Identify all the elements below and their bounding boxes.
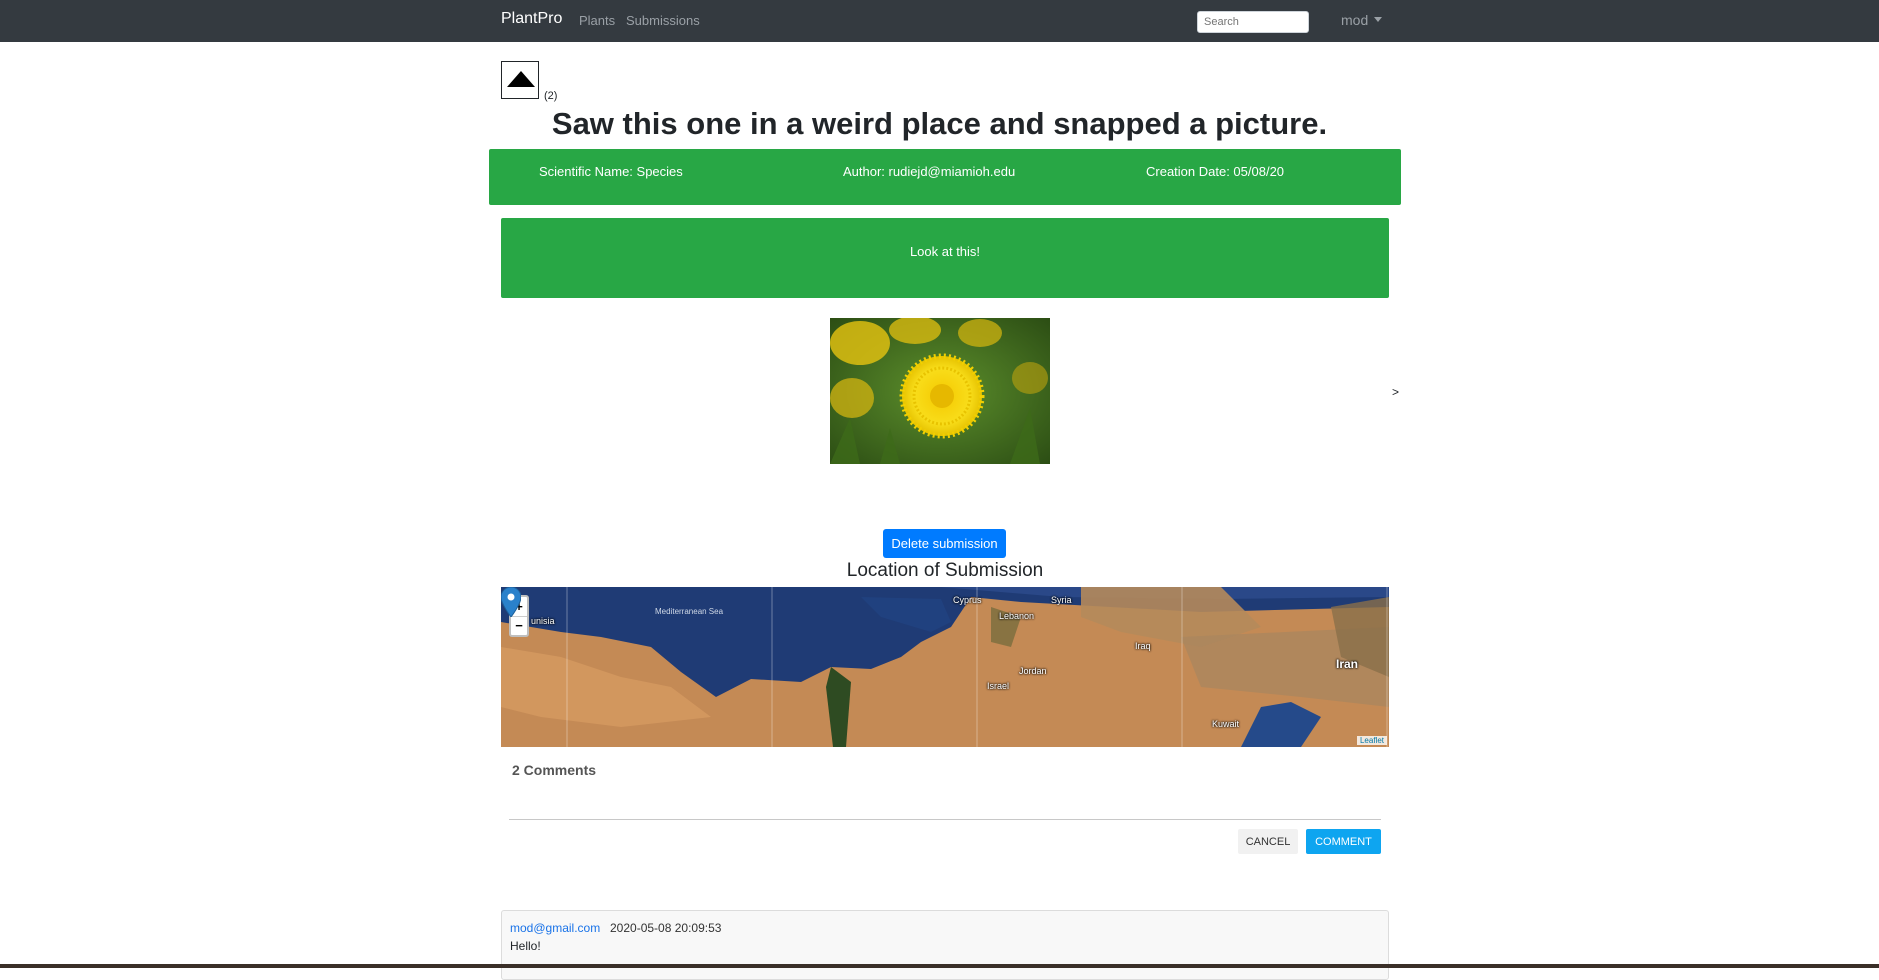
map-attribution-link[interactable]: Leaflet xyxy=(1356,736,1387,745)
user-name: mod xyxy=(1341,12,1369,28)
submission-photo xyxy=(830,318,1050,464)
dandelion-flower-photo xyxy=(830,318,1050,464)
carousel-next-button[interactable]: > xyxy=(1392,385,1399,399)
description-text: Look at this! xyxy=(909,244,981,259)
page-bottom-strip xyxy=(0,964,1879,968)
brand-logo[interactable]: PlantPro xyxy=(501,10,562,28)
comment-body: Hello! xyxy=(510,939,541,953)
map-label-israel: Israel xyxy=(987,681,1010,691)
map-label-tunisia: unisia xyxy=(531,616,555,626)
creation-date: Creation Date: 05/08/20 xyxy=(1146,164,1285,179)
satellite-map-tiles xyxy=(501,587,1389,747)
map-label-kuwait: Kuwait xyxy=(1212,719,1240,729)
nav-plants-link[interactable]: Plants xyxy=(579,13,615,28)
map-label-iraq: Iraq xyxy=(1135,641,1151,651)
map-label-iran: Iran xyxy=(1336,657,1359,671)
top-navbar: PlantPro Plants Submissions mod xyxy=(0,0,1879,42)
cancel-button[interactable]: CANCEL xyxy=(1238,829,1298,854)
comment-author-link[interactable]: mod@gmail.com xyxy=(510,921,600,935)
comment-input-underline[interactable] xyxy=(509,819,1381,820)
comment-date: 2020-05-08 20:09:53 xyxy=(610,921,722,935)
comments-count: 2 Comments xyxy=(512,762,597,778)
location-title: Location of Submission xyxy=(846,560,1044,581)
location-map[interactable]: + − unisia Mediterranean Sea Cyprus Syri… xyxy=(501,587,1389,747)
upvote-button[interactable] xyxy=(501,61,539,99)
caret-down-icon xyxy=(1374,17,1383,22)
submission-info-bar: Scientific Name: Species Author: rudiejd… xyxy=(489,149,1401,205)
map-label-syria: Syria xyxy=(1051,595,1072,605)
vote-count: (2) xyxy=(544,90,558,102)
map-label-cyprus: Cyprus xyxy=(953,595,982,605)
comment-button[interactable]: COMMENT xyxy=(1306,829,1381,854)
delete-submission-button[interactable]: Delete submission xyxy=(883,529,1006,558)
submission-title: Saw this one in a weird place and snappe… xyxy=(551,106,1328,141)
upvote-triangle-icon xyxy=(507,71,535,87)
scientific-name: Scientific Name: Species xyxy=(539,164,683,179)
user-menu-dropdown[interactable]: mod xyxy=(1341,12,1383,28)
description-box: Look at this! xyxy=(501,218,1389,298)
search-input[interactable] xyxy=(1197,11,1309,33)
comment-item: mod@gmail.com 2020-05-08 20:09:53 Hello! xyxy=(501,910,1389,980)
map-marker-icon[interactable] xyxy=(501,587,521,617)
map-label-lebanon: Lebanon xyxy=(999,611,1035,621)
map-label-jordan: Jordan xyxy=(1019,666,1047,676)
map-label-sea: Mediterranean Sea xyxy=(655,607,724,616)
author: Author: rudiejd@miamioh.edu xyxy=(843,164,1016,179)
zoom-out-button[interactable]: − xyxy=(511,616,527,635)
nav-submissions-link[interactable]: Submissions xyxy=(626,13,700,28)
